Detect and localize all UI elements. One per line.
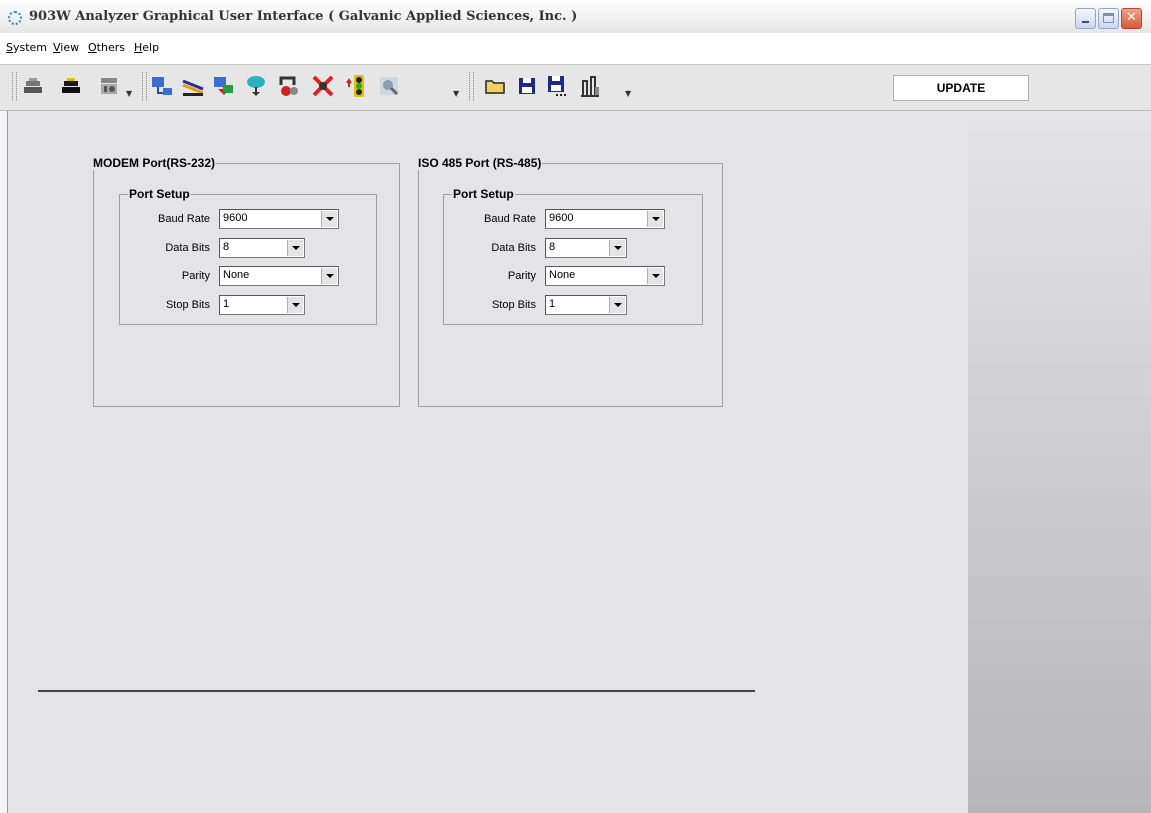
toolbar-grip[interactable] bbox=[469, 72, 474, 101]
chevron-down-icon[interactable] bbox=[647, 211, 663, 227]
chevron-down-icon[interactable] bbox=[647, 268, 663, 284]
minimize-button[interactable] bbox=[1075, 8, 1096, 29]
toolbar-grip[interactable] bbox=[142, 72, 147, 101]
menu-bar: System View Others Help bbox=[0, 35, 1151, 59]
window-title: 903W Analyzer Graphical User Interface (… bbox=[29, 9, 578, 24]
modem-databits-value: 8 bbox=[223, 241, 230, 253]
maximize-button[interactable] bbox=[1098, 8, 1119, 29]
menu-help[interactable]: Help bbox=[134, 41, 159, 54]
reset-icon[interactable] bbox=[276, 73, 302, 99]
iso-baud-value: 9600 bbox=[549, 212, 574, 224]
chevron-down-icon[interactable] bbox=[609, 240, 625, 256]
modem-databits-select[interactable]: 8 bbox=[219, 238, 305, 258]
iso-parity-label: Parity bbox=[507, 270, 536, 282]
chevron-down-icon[interactable] bbox=[321, 268, 337, 284]
menu-system[interactable]: System bbox=[6, 41, 47, 54]
left-edge bbox=[0, 111, 8, 813]
modem-icon[interactable] bbox=[96, 73, 122, 99]
modem-baud-value: 9600 bbox=[223, 212, 248, 224]
iso-databits-select[interactable]: 8 bbox=[545, 238, 627, 258]
toolbar-overflow-icon[interactable]: ▼ bbox=[625, 89, 631, 98]
diagnostics-icon[interactable] bbox=[376, 73, 402, 99]
modem-parity-select[interactable]: None bbox=[219, 266, 339, 286]
save-as-icon[interactable] bbox=[544, 73, 570, 99]
update-button[interactable]: UPDATE bbox=[893, 75, 1029, 101]
iso-port-setup-title: Port Setup bbox=[452, 187, 515, 201]
modem-stopbits-label: Stop Bits bbox=[165, 299, 210, 311]
modem-baud-label: Baud Rate bbox=[158, 213, 210, 225]
iso-baud-select[interactable]: 9600 bbox=[545, 209, 665, 229]
menu-view[interactable]: View bbox=[53, 41, 79, 54]
save-icon[interactable] bbox=[514, 73, 540, 99]
modem-stopbits-value: 1 bbox=[223, 298, 230, 310]
modem-parity-value: None bbox=[223, 269, 250, 281]
status-light-icon[interactable] bbox=[345, 73, 371, 99]
menu-others[interactable]: Others bbox=[88, 41, 125, 54]
toolbar-overflow-icon[interactable]: ▼ bbox=[453, 89, 459, 98]
toolbar-overflow-icon[interactable]: ▼ bbox=[126, 89, 132, 98]
iso-parity-value: None bbox=[549, 269, 576, 281]
modem-baud-select[interactable]: 9600 bbox=[219, 209, 339, 229]
transfer-icon[interactable] bbox=[210, 73, 236, 99]
chevron-down-icon[interactable] bbox=[609, 297, 625, 313]
chevron-down-icon[interactable] bbox=[287, 297, 303, 313]
modem-parity-label: Parity bbox=[181, 270, 210, 282]
toolbar-grip[interactable] bbox=[12, 72, 17, 101]
stop-icon[interactable] bbox=[310, 73, 336, 99]
disconnect-icon[interactable] bbox=[58, 73, 84, 99]
app-icon bbox=[8, 11, 22, 25]
chart-icon[interactable] bbox=[577, 73, 603, 99]
chevron-down-icon[interactable] bbox=[321, 211, 337, 227]
analyzer-icon[interactable] bbox=[180, 73, 206, 99]
title-bar[interactable]: 903W Analyzer Graphical User Interface (… bbox=[0, 0, 1151, 33]
iso-stopbits-label: Stop Bits bbox=[491, 299, 536, 311]
iso-stopbits-select[interactable]: 1 bbox=[545, 295, 627, 315]
iso-parity-select[interactable]: None bbox=[545, 266, 665, 286]
modem-databits-label: Data Bits bbox=[165, 242, 210, 254]
modem-stopbits-select[interactable]: 1 bbox=[219, 295, 305, 315]
modem-port-setup-title: Port Setup bbox=[128, 187, 191, 201]
iso-databits-label: Data Bits bbox=[491, 242, 536, 254]
open-folder-icon[interactable] bbox=[482, 73, 508, 99]
close-button[interactable] bbox=[1121, 8, 1142, 29]
connect-icon[interactable] bbox=[20, 73, 46, 99]
divider-line bbox=[38, 690, 755, 692]
iso-port-title: ISO 485 Port (RS-485) bbox=[417, 156, 543, 170]
modem-port-title: MODEM Port(RS-232) bbox=[92, 156, 217, 170]
right-panel bbox=[968, 111, 1151, 813]
iso-baud-label: Baud Rate bbox=[484, 213, 536, 225]
iso-databits-value: 8 bbox=[549, 241, 556, 253]
iso-stopbits-value: 1 bbox=[549, 298, 556, 310]
sensor-icon[interactable] bbox=[243, 73, 269, 99]
chevron-down-icon[interactable] bbox=[287, 240, 303, 256]
download-icon[interactable] bbox=[149, 73, 175, 99]
